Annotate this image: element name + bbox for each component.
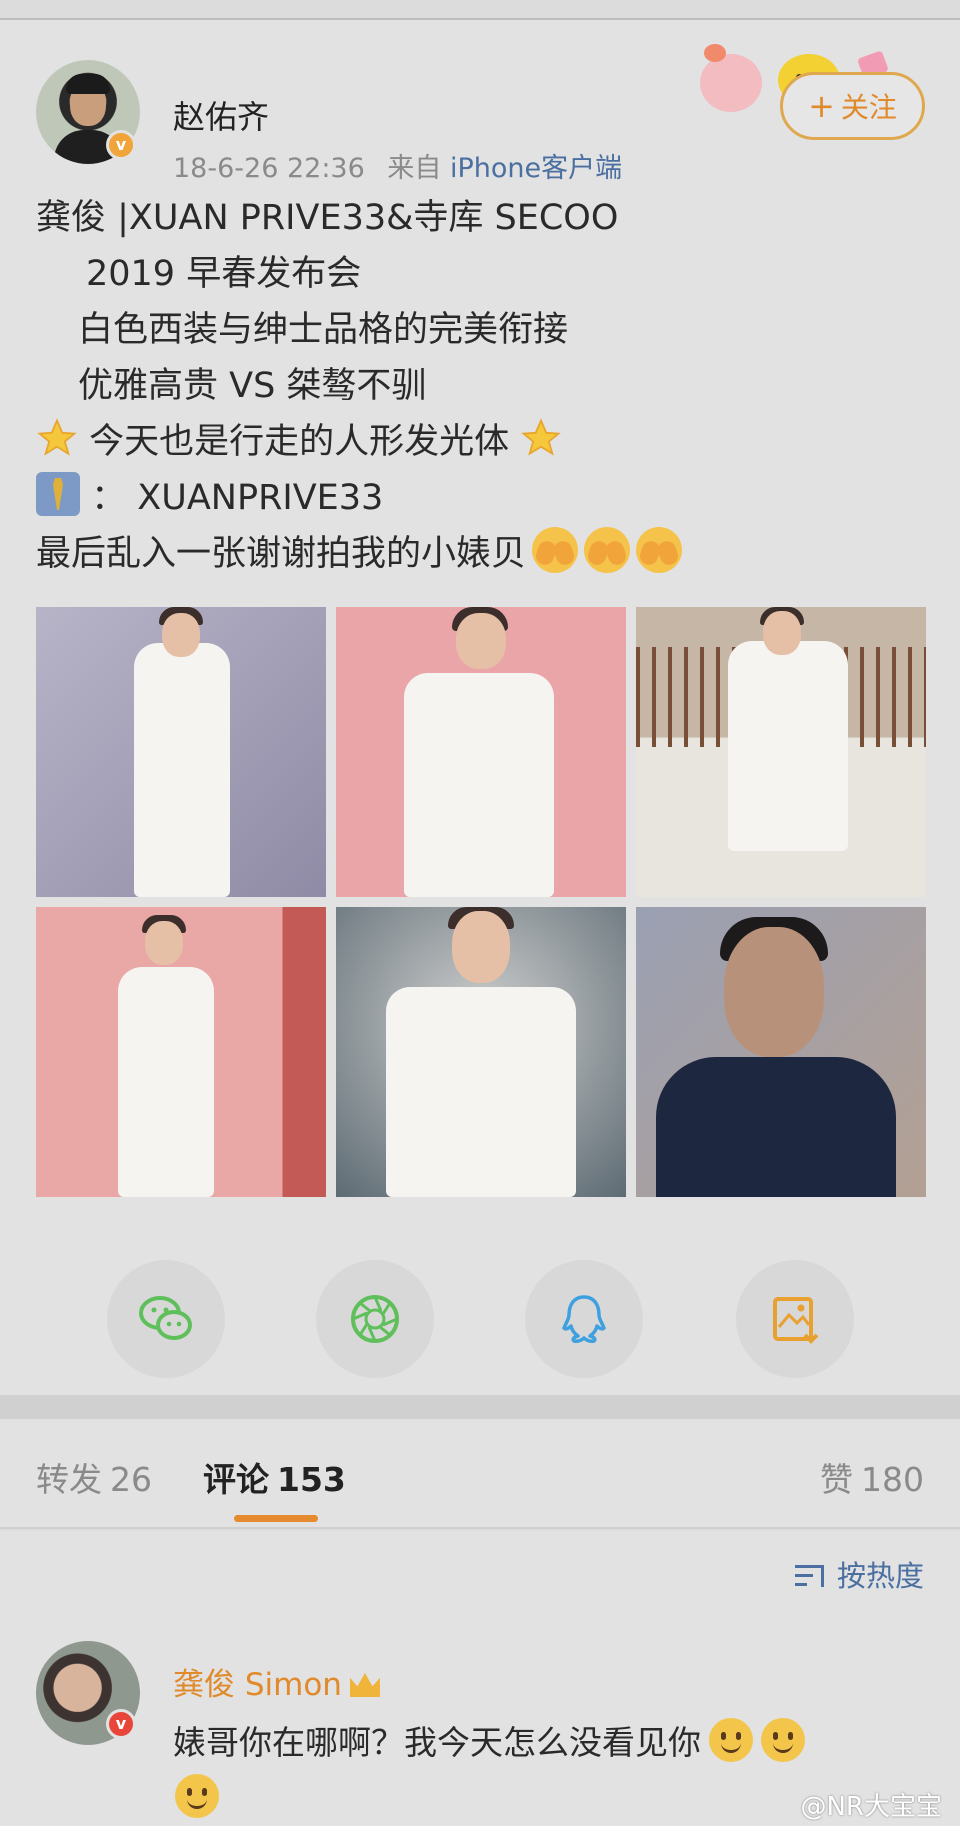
sort-by-hot-button[interactable]: 按热度 — [794, 1553, 924, 1595]
save-image-button[interactable] — [736, 1260, 854, 1378]
glowing-star-icon — [37, 418, 77, 456]
commenter-name[interactable]: 龚俊 Simon — [173, 1659, 380, 1704]
photo-thumbnail[interactable] — [336, 907, 626, 1197]
post-line: 白色西装与绅士品格的完美衔接 — [78, 310, 569, 350]
post-line: 最后乱入一张谢谢拍我的小婊贝 — [36, 534, 527, 574]
weibo-watermark: @NR大宝宝 — [800, 1792, 942, 1822]
post-line-brand: ： XUANPRIVE33 — [36, 470, 916, 526]
save-image-icon — [773, 1297, 819, 1344]
post-line-last: 最后乱入一张谢谢拍我的小婊贝 — [36, 526, 916, 582]
post-source[interactable]: iPhone客户端 — [450, 153, 622, 184]
pink-sticker-icon — [700, 44, 762, 112]
commenter-name-text: 龚俊 Simon — [173, 1667, 342, 1703]
active-tab-indicator — [234, 1515, 318, 1522]
section-gap — [0, 1395, 960, 1419]
follow-button[interactable]: + 关注 — [780, 72, 925, 140]
repost-label: 转发 — [36, 1460, 102, 1499]
share-row — [0, 1260, 960, 1380]
glowing-star-icon — [521, 418, 562, 456]
post-text: 龚俊 |XUAN PRIVE33&寺库 SECOO 2019 早春发布会 白色西… — [36, 190, 916, 582]
cover-face-emoji-icon — [636, 527, 683, 573]
verified-badge-icon: v — [106, 1709, 136, 1739]
necktie-icon — [36, 472, 80, 516]
post-line: 龚俊 |XUAN PRIVE33&寺库 SECOO — [36, 198, 619, 238]
share-qq-button[interactable] — [525, 1260, 643, 1378]
photo-thumbnail[interactable] — [636, 607, 926, 897]
cover-face-emoji-icon — [532, 527, 579, 573]
like-label: 赞 — [820, 1460, 853, 1499]
comment-body: 婊哥你在哪啊？我今天怎么没看见你 — [173, 1723, 701, 1762]
sort-label: 按热度 — [836, 1559, 924, 1593]
tab-like[interactable]: 赞 180 — [820, 1453, 924, 1501]
like-count: 180 — [861, 1460, 924, 1499]
follow-label: 关注 — [840, 91, 897, 124]
photo-thumbnail[interactable] — [36, 607, 326, 897]
source-prefix: 来自 — [387, 153, 442, 184]
post-line-glowing: 今天也是行走的人形发光体 — [36, 414, 916, 470]
qq-icon — [562, 1295, 606, 1343]
smile-emoji-icon — [709, 1718, 753, 1762]
photo-grid — [36, 607, 926, 1197]
smile-emoji-icon — [761, 1718, 805, 1762]
avatar-hair — [66, 74, 110, 94]
sort-bar: 按热度 — [0, 1531, 960, 1617]
photo-thumbnail[interactable] — [36, 907, 326, 1197]
share-wechat-button[interactable] — [107, 1260, 225, 1378]
weibo-post: v 赵佑齐 18-6-26 22:36 来自 iPhone客户端 + 关注 龚俊 … — [0, 20, 960, 1395]
post-line: 2019 早春发布会 — [86, 254, 362, 294]
share-moments-button[interactable] — [316, 1260, 434, 1378]
comment-label: 评论 — [203, 1460, 269, 1499]
photo-thumbnail[interactable] — [636, 907, 926, 1197]
photo-thumbnail[interactable] — [336, 607, 626, 897]
post-line: 优雅高贵 VS 桀骜不驯 — [78, 366, 427, 406]
moments-icon — [351, 1295, 399, 1343]
comment-count: 153 — [277, 1460, 346, 1499]
repost-count: 26 — [110, 1460, 152, 1499]
plus-icon: + — [808, 87, 835, 125]
post-time: 18-6-26 22:36 — [173, 153, 365, 184]
smile-emoji-icon — [175, 1774, 219, 1818]
post-line: ： XUANPRIVE33 — [91, 478, 384, 518]
post-line: 今天也是行走的人形发光体 — [89, 422, 510, 462]
tab-repost[interactable]: 转发 26 — [36, 1453, 152, 1501]
sort-icon — [794, 1563, 827, 1589]
author-name[interactable]: 赵佑齐 — [173, 92, 269, 138]
crown-icon — [349, 1673, 380, 1697]
cover-face-emoji-icon — [584, 527, 631, 573]
wechat-icon — [139, 1296, 192, 1340]
post-meta: 18-6-26 22:36 来自 iPhone客户端 — [173, 146, 622, 185]
interaction-tabs: 转发 26 评论 153 赞 180 — [0, 1419, 960, 1529]
tab-comment[interactable]: 评论 153 — [203, 1453, 346, 1501]
verified-badge-icon: v — [106, 130, 136, 160]
